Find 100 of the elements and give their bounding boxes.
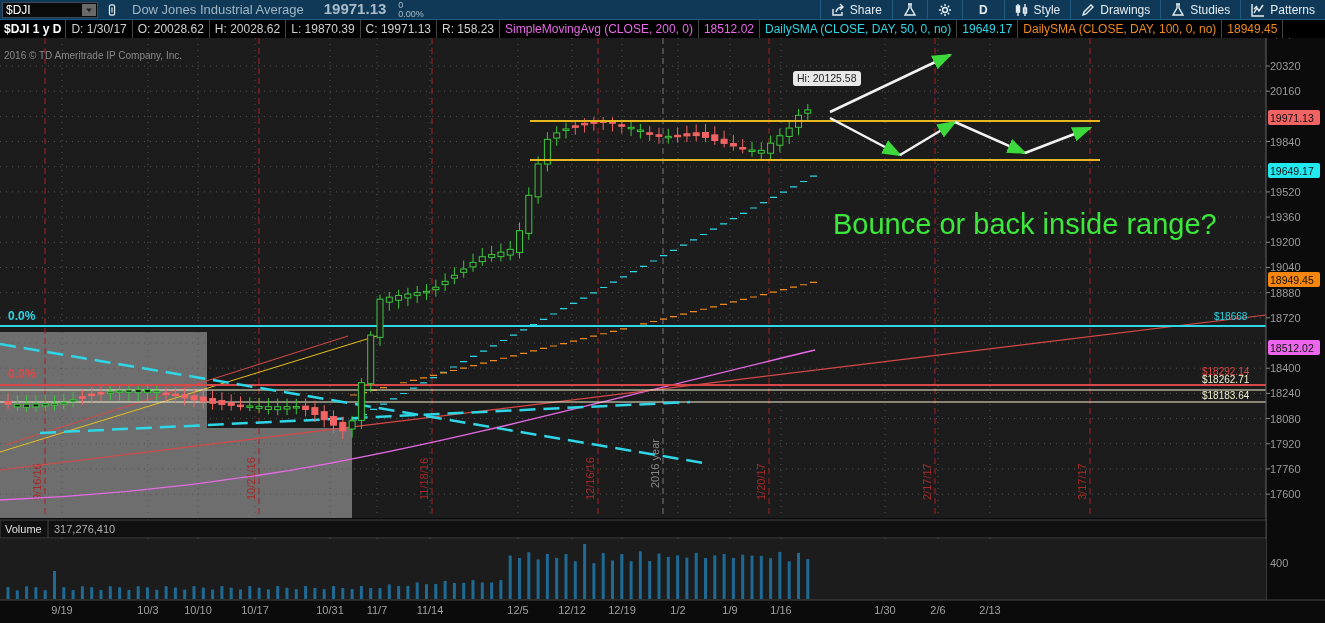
- high-label: Hi: 20125.58: [793, 71, 861, 86]
- fibonacci-label: 0.0%: [8, 309, 36, 323]
- axis-label: 1/9: [722, 604, 738, 616]
- year-marker-label: 2016 year: [649, 439, 661, 488]
- axis-tick: [1265, 392, 1271, 394]
- axis-tick: [1265, 65, 1271, 67]
- axis-label: 20160: [1270, 85, 1301, 98]
- axis-label: 2/6: [930, 604, 946, 616]
- axis-label: 17920: [1270, 437, 1301, 450]
- candlestick: [795, 108, 802, 136]
- volume-value: 317,276,410: [54, 523, 116, 535]
- candlestick: [330, 409, 337, 434]
- date-marker-label: 3/17/17: [1076, 463, 1088, 500]
- fibonacci-label: 0.0%: [8, 367, 36, 381]
- axis-tick: [1265, 141, 1271, 143]
- share-button[interactable]: Share: [819, 0, 892, 20]
- axis-tick: [1265, 216, 1271, 218]
- axis-label: 11/7: [366, 604, 388, 616]
- link-icon: [106, 2, 118, 17]
- drawings-button[interactable]: Drawings: [1070, 0, 1161, 20]
- axis-label: 12/12: [558, 604, 586, 616]
- price-level-label: $18292.14: [1202, 366, 1250, 377]
- timeframe-button[interactable]: D: [961, 0, 1004, 20]
- volume-title: Volume: [5, 523, 42, 535]
- axis-tick: [1265, 493, 1271, 495]
- axis-label: 10/17: [241, 604, 269, 616]
- dropdown-button[interactable]: [82, 3, 96, 16]
- axis-label: 10/3: [137, 604, 159, 616]
- pencil-icon: [1081, 2, 1096, 17]
- axis-label: 1/2: [670, 604, 686, 616]
- axis-label: 19520: [1270, 185, 1301, 198]
- axis-label: 19200: [1270, 236, 1301, 249]
- arrow: [1024, 126, 1093, 155]
- date-marker-label: 1/20/17: [755, 463, 767, 500]
- candlestick-icon: [1014, 2, 1029, 17]
- price-level-label: $18668: [1214, 311, 1248, 322]
- last-price: 19971.13: [323, 0, 387, 20]
- candlestick: [144, 384, 151, 402]
- candlestick: [51, 395, 58, 411]
- price-badge: 18949.45: [1268, 272, 1320, 287]
- percent-change: 0.00%: [398, 9, 424, 19]
- axis-label: 9/19: [51, 604, 73, 616]
- axis-tick: [1265, 418, 1271, 420]
- axis-label: 18240: [1270, 387, 1301, 400]
- axis-tick: [1265, 266, 1271, 268]
- candlestick: [702, 123, 709, 143]
- candlestick: [423, 283, 430, 301]
- axis-label: 20320: [1270, 60, 1301, 72]
- copyright-text: 2016 © TD Ameritrade IP Company, Inc.: [4, 50, 182, 61]
- axis-tick: [1265, 241, 1271, 243]
- style-button[interactable]: Style: [1003, 0, 1071, 20]
- axis-tick: [1265, 367, 1271, 369]
- annotation-text: Bounce or back inside range?: [833, 208, 1217, 240]
- axis-label: 12/19: [608, 604, 636, 616]
- flask-icon: [902, 2, 917, 17]
- axis-label: 18400: [1270, 362, 1301, 375]
- price-level-label: $18262.71: [1202, 374, 1250, 385]
- axis-label: 17600: [1270, 488, 1301, 501]
- axis-tick: [1265, 443, 1271, 445]
- date-marker-label: 9/16/16: [31, 463, 43, 500]
- axis-tick: [1265, 90, 1271, 92]
- axis-tick: [1265, 191, 1271, 193]
- axis-label: 11/14: [416, 604, 444, 616]
- date-marker-label: 10/21/16: [245, 457, 257, 500]
- axis-label: 2/13: [979, 604, 1001, 616]
- price-badge: 19649.17: [1268, 163, 1320, 178]
- candlestick: [609, 116, 616, 133]
- price-change: 0: [398, 0, 405, 10]
- axis-label: 10/31: [316, 604, 344, 616]
- axis-tick: [1265, 292, 1271, 294]
- axis-label: 1/30: [874, 604, 896, 616]
- axis-label: 1/16: [770, 604, 792, 616]
- instrument-name: Dow Jones Industrial Average: [132, 0, 304, 19]
- axis-label: 19840: [1270, 135, 1301, 148]
- date-marker-label: 2/17/17: [921, 463, 933, 500]
- axis-label: 17760: [1270, 462, 1301, 475]
- axis-label: 400: [1270, 557, 1289, 569]
- axis-label: 12/5: [507, 604, 529, 616]
- symbol-field[interactable]: $DJI: [2, 1, 98, 18]
- axis-label: 18880: [1270, 286, 1301, 299]
- axis-label: 18080: [1270, 412, 1301, 425]
- axis-tick: [1265, 317, 1271, 319]
- price-badge: 18512.02: [1268, 340, 1320, 355]
- candlestick: [804, 103, 812, 122]
- patterns-button[interactable]: Patterns: [1240, 0, 1325, 20]
- arrow: [899, 120, 958, 157]
- date-marker-label: 12/16/16: [584, 457, 596, 500]
- candlestick: [237, 396, 244, 411]
- chart-pattern-icon: [1251, 2, 1266, 17]
- axis-label: 19360: [1270, 211, 1301, 224]
- price-badge: 19971.13: [1268, 110, 1320, 125]
- axis-label: 10/10: [184, 604, 212, 616]
- studies-button[interactable]: Studies: [1160, 0, 1241, 20]
- axis-tick: [1265, 468, 1271, 470]
- candlestick: [516, 222, 523, 259]
- share-icon: [830, 2, 845, 17]
- flask-icon: [1171, 2, 1186, 17]
- axis-label: 18720: [1270, 311, 1301, 324]
- date-marker-label: 11/18/16: [418, 458, 430, 500]
- settings-icon: [937, 2, 952, 17]
